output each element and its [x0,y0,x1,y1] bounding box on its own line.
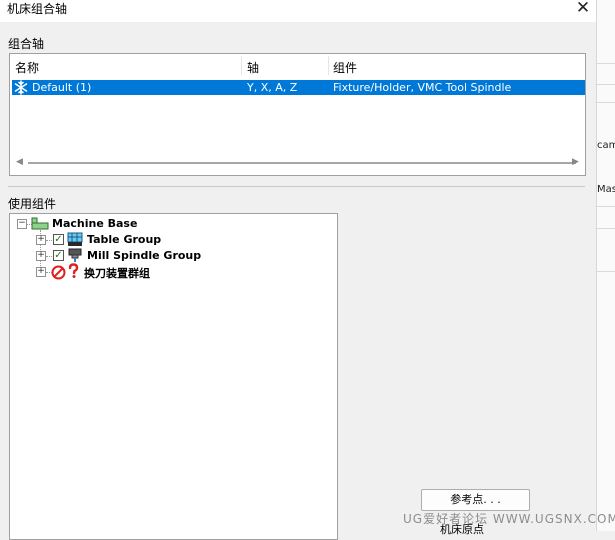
tree-node-tool-changer-group[interactable]: 换刀装置群组 [84,265,150,281]
axis-group-list[interactable]: 名称 轴 组件 Default (1) Y, X, A, Z Fixture/H… [9,53,586,176]
expand-icon[interactable]: + [36,235,46,245]
table-group-icon [67,232,83,247]
scroll-right-arrow-icon[interactable]: ▶ [572,157,579,167]
expand-icon[interactable]: + [36,267,46,277]
table-row-selected[interactable]: Default (1) Y, X, A, Z Fixture/Holder, V… [12,80,585,95]
window-title: 机床组合轴 [7,2,68,16]
components-tree[interactable]: − Machine Base + ✓ Table Group + ✓ Mill … [9,213,338,540]
question-mark-icon [67,263,80,279]
section-divider [8,186,585,187]
row-axis-cell: Y, X, A, Z [247,81,298,94]
watermark: UG爱好者论坛 WWW.UGSNX.COM [403,512,615,526]
tree-node-root[interactable]: Machine Base [52,217,137,230]
scroll-left-arrow-icon[interactable]: ◀ [16,157,23,167]
strip-divider [597,228,615,229]
no-entry-icon[interactable] [51,265,66,280]
spindle-icon [67,248,83,263]
strip-divider [597,271,615,272]
column-header-components[interactable]: 组件 [333,59,357,76]
reference-point-button[interactable]: 参考点. . . [421,489,530,511]
components-label: 使用组件 [8,197,57,211]
row-components-cell: Fixture/Holder, VMC Tool Spindle [333,81,512,94]
column-header-axis[interactable]: 轴 [247,59,259,76]
axis-group-label: 组合轴 [8,37,45,51]
background-window-strip [596,0,615,531]
title-bar [0,0,596,22]
strip-divider [597,63,615,64]
expand-icon[interactable]: + [36,251,46,261]
machine-base-icon [31,217,49,230]
column-separator[interactable] [328,56,329,75]
axis-snowflake-icon [14,80,28,95]
strip-text-cam: cam [597,140,615,151]
column-separator[interactable] [241,56,242,75]
horizontal-scrollbar[interactable] [28,162,576,164]
tree-node-table-group[interactable]: Table Group [87,233,161,246]
strip-divider [597,84,615,85]
strip-divider [597,206,615,207]
row-name-cell: Default (1) [32,81,92,94]
collapse-icon[interactable]: − [17,219,27,229]
column-header-name[interactable]: 名称 [15,59,39,76]
strip-divider [597,102,615,103]
strip-text-mas: Mas [597,184,615,195]
table-group-checkbox[interactable]: ✓ [53,234,64,245]
tree-node-mill-spindle-group[interactable]: Mill Spindle Group [87,249,201,262]
close-icon[interactable]: ✕ [573,0,593,18]
mill-spindle-group-checkbox[interactable]: ✓ [53,250,64,261]
